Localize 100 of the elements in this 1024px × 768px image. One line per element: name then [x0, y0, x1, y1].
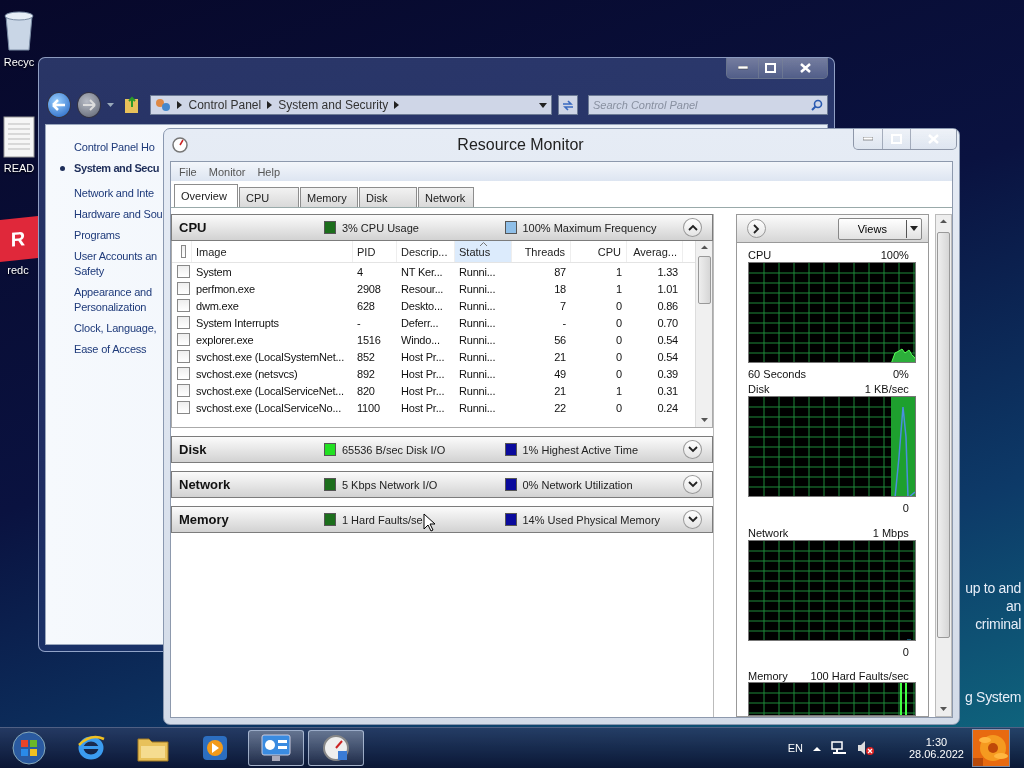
expand-toggle[interactable] — [683, 218, 702, 237]
scrollbar[interactable] — [695, 241, 712, 427]
checkbox[interactable] — [181, 245, 186, 258]
tab[interactable]: Network — [418, 187, 474, 207]
menu-item[interactable]: File — [179, 165, 197, 178]
network-icon — [830, 741, 847, 755]
table-cell-text: Host Pr... — [400, 367, 446, 380]
search-field[interactable]: Search Control Panel — [588, 95, 828, 115]
sort-caret-icon — [480, 242, 487, 246]
scrollbar-thumb[interactable] — [936, 232, 950, 638]
checkbox[interactable] — [177, 401, 190, 414]
desktop-icon-label[interactable]: READ — [3, 162, 35, 174]
breadcrumb-item[interactable]: Control Panel — [188, 98, 262, 112]
expand-panel-button[interactable] — [747, 219, 766, 238]
table-cell-text: Runni... — [458, 333, 497, 346]
taskbar-button[interactable] — [308, 730, 364, 766]
table-cell-text: System — [195, 265, 233, 278]
checkbox[interactable] — [177, 265, 190, 278]
table-cell-text: 820 — [356, 384, 376, 397]
tab[interactable]: Disk — [359, 187, 417, 207]
section-header[interactable]: Memory 1 Hard Faults/se 14% Used Physical Memory — [171, 506, 713, 533]
stat-text: 1 Hard Faults/se — [341, 513, 423, 526]
scroll-down-icon — [939, 707, 947, 712]
forward-button[interactable] — [77, 92, 102, 118]
tab[interactable]: Overview — [174, 184, 238, 207]
menu-item[interactable]: Monitor — [208, 165, 246, 178]
nav-link[interactable]: User Accounts an Safety — [74, 249, 157, 279]
graph-scale: 0 — [902, 646, 909, 658]
breadcrumb-arrow-icon — [177, 101, 183, 109]
table-cell-text: 0.39 — [656, 367, 679, 380]
checkbox[interactable] — [177, 299, 190, 312]
nav-link[interactable]: System and Secu — [74, 161, 160, 176]
table-cell-text: Runni... — [458, 367, 497, 380]
nav-link[interactable]: Ease of Access — [74, 342, 147, 357]
table-cell-text: svchost.exe (LocalServiceNet... — [195, 384, 345, 397]
refresh-button[interactable] — [557, 95, 578, 115]
table-cell-text: 892 — [356, 367, 376, 380]
minimize-icon — [863, 137, 873, 141]
back-button[interactable] — [47, 92, 72, 118]
app-logo-icon: R — [0, 215, 38, 263]
breadcrumb-item[interactable]: System and Security — [278, 98, 389, 112]
nav-link[interactable]: Clock, Language, — [74, 321, 157, 336]
scrollbar[interactable] — [934, 214, 952, 717]
maximize-button[interactable] — [758, 58, 782, 78]
chevron-right-icon — [753, 223, 760, 234]
nav-link[interactable]: Control Panel Ho — [74, 140, 155, 155]
clock-time[interactable]: 1:30 — [925, 736, 948, 748]
checkbox[interactable] — [177, 282, 190, 295]
graph-scale: 0% — [892, 368, 909, 380]
tab[interactable]: Memory — [300, 187, 358, 207]
section-header[interactable]: CPU 3% CPU Usage 100% Maximum Frequency — [171, 214, 713, 241]
section-header[interactable]: Network 5 Kbps Network I/O 0% Network Utilization — [171, 471, 713, 498]
nav-link[interactable]: Hardware and Sou — [74, 207, 163, 222]
table-cell-text: 1.01 — [656, 282, 679, 295]
nav-link[interactable]: Programs — [74, 228, 121, 243]
minimize-button[interactable] — [727, 58, 758, 78]
chevron-down-icon — [687, 446, 698, 453]
stat-text: 3% CPU Usage — [341, 221, 419, 234]
views-dropdown[interactable]: Views — [837, 217, 922, 240]
caret-icon — [107, 102, 114, 108]
graph-scale: 100% — [880, 249, 909, 261]
table-cell-text: 1516 — [356, 333, 382, 346]
table-cell-text: 4 — [356, 265, 364, 278]
time-span-label: 60 Seconds — [748, 368, 807, 380]
table-cell-text: Runni... — [458, 316, 497, 329]
table-cell-text: - — [356, 316, 362, 329]
taskbar-button[interactable] — [248, 730, 304, 766]
section-header[interactable]: Disk 65536 B/sec Disk I/O 1% Highest Active Time — [171, 436, 713, 463]
expand-toggle[interactable] — [683, 510, 702, 529]
table-cell-text: 0 — [615, 367, 623, 380]
expand-toggle[interactable] — [683, 475, 702, 494]
nav-link[interactable]: Appearance and Personalization — [74, 285, 152, 315]
nav-link[interactable]: Network and Inte — [74, 186, 154, 201]
table-cell-text: 21 — [553, 350, 567, 363]
column-header[interactable]: Status — [455, 241, 512, 262]
section-title: Disk — [179, 442, 208, 457]
checkbox[interactable] — [177, 333, 190, 346]
table-cell-text: 0 — [615, 350, 623, 363]
expand-toggle[interactable] — [683, 440, 702, 459]
desktop-icon-label[interactable]: Recyc — [3, 56, 35, 68]
table-cell-text: 1 — [615, 282, 623, 295]
checkbox[interactable] — [177, 350, 190, 363]
checkbox[interactable] — [177, 316, 190, 329]
table-cell-text: Runni... — [458, 384, 497, 397]
table-cell-text: 1 — [615, 384, 623, 397]
checkbox[interactable] — [177, 384, 190, 397]
clock-date[interactable]: 28.06.2022 — [908, 748, 964, 760]
graph-title: CPU — [748, 249, 772, 261]
graph-title: Memory — [748, 670, 788, 682]
menu-item[interactable]: Help — [257, 165, 281, 178]
language-indicator[interactable]: EN — [787, 742, 803, 754]
address-bar[interactable]: Control Panel System and Security — [150, 95, 552, 115]
table-cell-text: perfmon.exe — [195, 282, 256, 295]
checkbox[interactable] — [177, 367, 190, 380]
close-button[interactable] — [782, 58, 827, 78]
document-icon — [2, 116, 36, 158]
desktop-icon-label[interactable]: redc — [7, 264, 29, 276]
watermark-text: an — [1006, 597, 1021, 615]
scrollbar-thumb[interactable] — [697, 256, 711, 304]
tab[interactable]: CPU — [239, 187, 299, 207]
